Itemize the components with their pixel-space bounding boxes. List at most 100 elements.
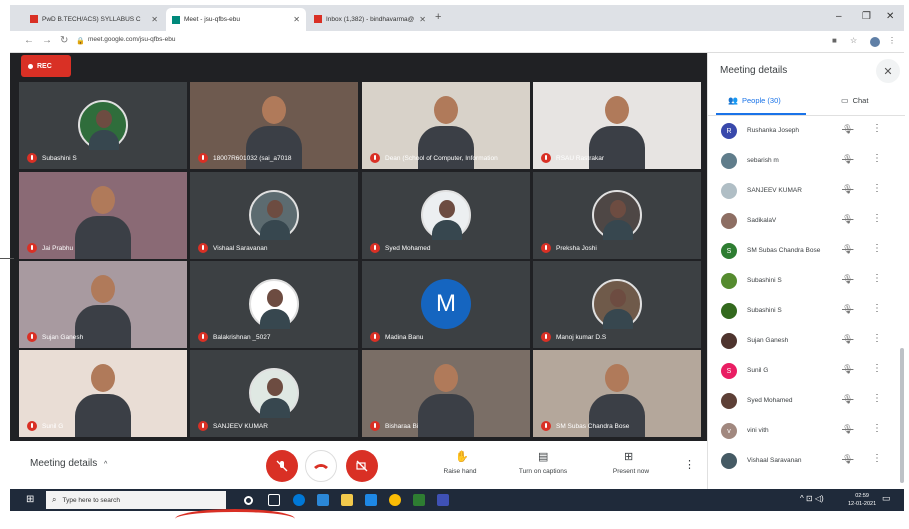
back-icon[interactable]: ← xyxy=(24,35,34,46)
mic-off-icon[interactable]: 🎙 xyxy=(842,334,853,345)
cortana-icon[interactable] xyxy=(244,496,253,505)
participant-row[interactable]: S SM Subas Chandra Bose 🎙 ⋮ xyxy=(708,237,905,267)
url-field[interactable]: meet.google.com/jsu-qfbs-ebu xyxy=(88,36,175,43)
mic-off-icon[interactable]: 🎙 xyxy=(842,244,853,255)
taskbar-search-box[interactable]: ⌕ Type here to search xyxy=(46,491,226,509)
mic-off-icon[interactable]: 🎙 xyxy=(842,124,853,135)
participant-row[interactable]: v vini vith 🎙 ⋮ xyxy=(708,417,905,447)
participant-tile[interactable]: Balakrishnan _5027 xyxy=(190,261,358,348)
participant-row[interactable]: S Sunil G 🎙 ⋮ xyxy=(708,357,905,387)
browser-tab-syllabus[interactable]: PwD B.TECH/ACS) SYLLABUS C ✕ xyxy=(24,9,164,29)
reload-icon[interactable]: ↻ xyxy=(60,35,68,46)
notification-icon[interactable]: ▭ xyxy=(882,493,891,504)
participant-tile[interactable]: Preksha Joshi xyxy=(533,172,701,259)
raise-hand-label[interactable]: Raise hand xyxy=(438,468,482,475)
participant-tile[interactable]: 18007R601032 (sai_a7018 xyxy=(190,82,358,169)
taskbar-clock[interactable]: 02:59 12-01-2021 xyxy=(848,492,876,508)
participant-tile[interactable]: Sunil G xyxy=(19,350,187,437)
new-tab-button[interactable]: + xyxy=(435,11,441,23)
participant-row[interactable]: Vishaal Saravanan 🎙 ⋮ xyxy=(708,447,905,477)
more-actions-icon[interactable]: ⋮ xyxy=(872,213,882,224)
more-actions-icon[interactable]: ⋮ xyxy=(872,393,882,404)
participant-row[interactable]: sebarish m 🎙 ⋮ xyxy=(708,147,905,177)
app-icon-green[interactable] xyxy=(413,494,425,506)
participant-tile[interactable]: Vishaal Saravanan xyxy=(190,172,358,259)
participant-row[interactable]: R Rushanka Joseph 🎙 ⋮ xyxy=(708,117,905,147)
participant-tile[interactable]: RSAU Rastrakar xyxy=(533,82,701,169)
more-actions-icon[interactable]: ⋮ xyxy=(872,153,882,164)
participant-row[interactable]: Subashini S 🎙 ⋮ xyxy=(708,267,905,297)
meeting-details-button[interactable]: Meeting details ^ xyxy=(30,458,107,469)
participant-row[interactable]: SANJEEV KUMAR 🎙 ⋮ xyxy=(708,177,905,207)
participant-tile[interactable]: Subashini S xyxy=(19,82,187,169)
mic-off-icon[interactable]: 🎙 xyxy=(842,304,853,315)
participant-tile[interactable]: Dean (School of Computer, Information xyxy=(362,82,530,169)
mic-off-icon[interactable]: 🎙 xyxy=(842,214,853,225)
mic-off-icon[interactable]: 🎙 xyxy=(842,454,853,465)
more-actions-icon[interactable]: ⋮ xyxy=(872,423,882,434)
participant-row[interactable]: SadikalaV 🎙 ⋮ xyxy=(708,207,905,237)
participant-row[interactable]: Sujan Ganesh 🎙 ⋮ xyxy=(708,327,905,357)
app-icon-blue[interactable] xyxy=(437,494,449,506)
present-label[interactable]: Present now xyxy=(604,468,658,475)
mic-toggle-button[interactable] xyxy=(266,450,298,482)
participant-tile[interactable]: Sujan Ganesh xyxy=(19,261,187,348)
mic-off-icon[interactable]: 🎙 xyxy=(842,154,853,165)
mic-off-icon[interactable]: 🎙 xyxy=(842,274,853,285)
maximize-button[interactable]: ❐ xyxy=(862,11,871,22)
participant-tile[interactable]: Syed Mohamed xyxy=(362,172,530,259)
mail-icon[interactable] xyxy=(365,494,377,506)
bookmark-star-icon[interactable]: ☆ xyxy=(850,36,857,45)
chrome-icon[interactable] xyxy=(389,494,401,506)
more-actions-icon[interactable]: ⋮ xyxy=(872,273,882,284)
browser-menu-icon[interactable]: ⋮ xyxy=(888,36,896,45)
more-actions-icon[interactable]: ⋮ xyxy=(872,303,882,314)
participant-tile[interactable]: SANJEEV KUMAR xyxy=(190,350,358,437)
close-tab-icon[interactable]: ✕ xyxy=(419,15,426,24)
present-icon[interactable]: ⊞ xyxy=(624,450,633,463)
tab-people[interactable]: 👥 People (30) xyxy=(728,96,781,105)
participant-tile[interactable]: M Madina Banu xyxy=(362,261,530,348)
more-actions-icon[interactable]: ⋮ xyxy=(872,363,882,374)
mic-off-icon[interactable]: 🎙 xyxy=(842,184,853,195)
participant-tile[interactable]: Bisharaa Bi xyxy=(362,350,530,437)
close-window-button[interactable]: ✕ xyxy=(886,11,894,22)
panel-scrollbar[interactable] xyxy=(900,348,904,483)
profile-avatar[interactable] xyxy=(870,37,880,47)
more-actions-icon[interactable]: ⋮ xyxy=(872,123,882,134)
participant-tile[interactable]: Jai Prabhu xyxy=(19,172,187,259)
close-tab-icon[interactable]: ✕ xyxy=(151,15,158,24)
mic-off-icon[interactable]: 🎙 xyxy=(842,424,853,435)
raise-hand-icon[interactable]: ✋ xyxy=(455,450,469,463)
captions-icon[interactable]: ▤ xyxy=(538,450,548,463)
minimize-button[interactable]: – xyxy=(836,11,842,22)
tab-chat[interactable]: ▭ Chat xyxy=(841,96,868,105)
more-actions-icon[interactable]: ⋮ xyxy=(872,453,882,464)
browser-tab-meet[interactable]: Meet - jsu-qfbs-ebu ✕ xyxy=(166,8,306,31)
captions-label[interactable]: Turn on captions xyxy=(510,468,576,475)
more-actions-icon[interactable]: ⋮ xyxy=(872,333,882,344)
store-icon[interactable] xyxy=(317,494,329,506)
participant-row[interactable]: Syed Mohamed 🎙 ⋮ xyxy=(708,387,905,417)
edge-icon[interactable] xyxy=(293,494,305,506)
camera-toggle-button[interactable] xyxy=(346,450,378,482)
system-tray-icons[interactable]: ^ ⊡ ◁) xyxy=(800,494,824,503)
mic-off-icon[interactable]: 🎙 xyxy=(842,394,853,405)
avatar-body-shape xyxy=(89,130,119,150)
file-explorer-icon[interactable] xyxy=(341,494,353,506)
more-options-icon[interactable]: ⋮ xyxy=(684,458,695,471)
task-view-icon[interactable] xyxy=(268,494,280,506)
forward-icon[interactable]: → xyxy=(42,35,52,46)
windows-start-icon[interactable]: ⊞ xyxy=(26,494,34,505)
participant-tile[interactable]: SM Subas Chandra Bose xyxy=(533,350,701,437)
more-actions-icon[interactable]: ⋮ xyxy=(872,183,882,194)
more-actions-icon[interactable]: ⋮ xyxy=(872,243,882,254)
close-tab-icon[interactable]: ✕ xyxy=(293,15,300,24)
browser-tab-inbox[interactable]: Inbox (1,382) - bindhavarma@ ✕ xyxy=(308,9,432,29)
mic-off-icon[interactable]: 🎙 xyxy=(842,364,853,375)
participant-tile[interactable]: Manoj kumar D.S xyxy=(533,261,701,348)
close-panel-button[interactable]: ✕ xyxy=(876,59,900,83)
leave-call-button[interactable] xyxy=(305,450,337,482)
camera-indicator-icon[interactable]: ■ xyxy=(832,36,837,45)
participant-row[interactable]: Subashini S 🎙 ⋮ xyxy=(708,297,905,327)
